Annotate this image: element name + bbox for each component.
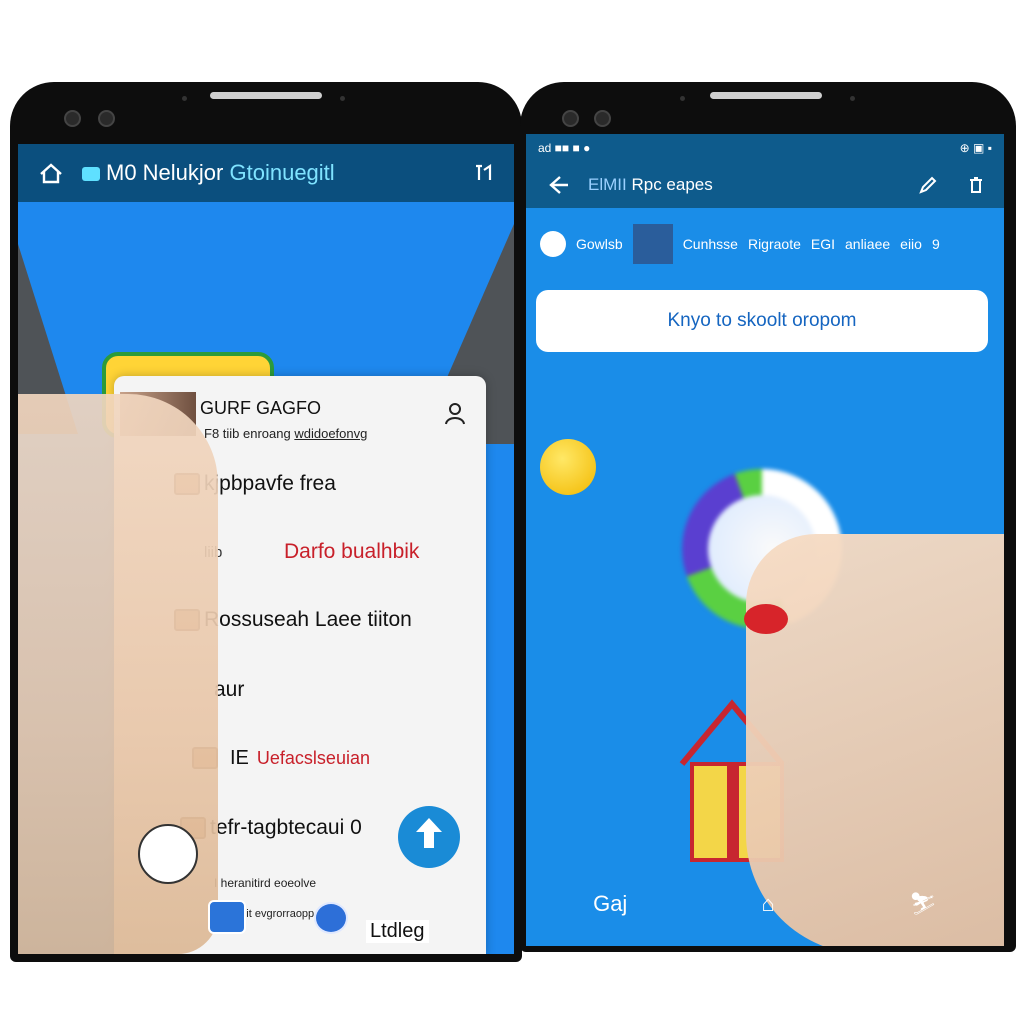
front-camera	[64, 110, 81, 127]
toolbar-row: Gowlsb Cunhsse Rigraote EGI anliaee eiio…	[526, 224, 1004, 264]
home-button-overlay[interactable]	[138, 824, 198, 884]
toolbar-avatar-icon[interactable]	[540, 231, 566, 257]
search-placeholder: Knyo to skoolt oropom	[667, 310, 857, 331]
nav-item-home[interactable]: ⌂	[762, 891, 775, 917]
app-title-accent: Gtoinuegitl	[229, 160, 335, 185]
app-title: ElMII Rpc eapes	[588, 175, 713, 194]
arrow-up-icon	[414, 816, 444, 858]
nav-card-icon[interactable]	[208, 900, 246, 934]
menu-item-prefix: IE	[230, 746, 249, 769]
app-logo-icon	[82, 167, 100, 182]
sensor-dot	[340, 96, 345, 101]
menu-item-label: Rossuseah Laee tiiton	[204, 608, 412, 631]
toolbar-grid-icon[interactable]	[632, 224, 673, 264]
search-input[interactable]: Knyo to skoolt oropom	[536, 290, 988, 352]
sensor-dot	[850, 96, 855, 101]
nav-item-activity[interactable]: ⛷	[909, 891, 937, 917]
right-phone-frame: ad ■■ ■ ● ⊕ ▣ ▪ ElMII Rpc eapes Gowlsb C…	[520, 82, 1016, 952]
speaker-grille	[210, 92, 322, 99]
speaker-grille	[710, 92, 822, 99]
scroll-up-button[interactable]	[398, 806, 460, 868]
app-title-accent: ElMII	[588, 175, 627, 194]
front-sensor	[594, 110, 611, 127]
toolbar-item[interactable]: 9	[932, 236, 940, 252]
edit-icon[interactable]	[918, 175, 938, 195]
status-right: ⊕ ▣ ▪	[959, 141, 992, 155]
status-left: ad ■■ ■ ●	[538, 141, 591, 155]
right-app-bar: ElMII Rpc eapes	[526, 162, 1004, 208]
person-icon[interactable]	[442, 400, 468, 426]
toolbar-item[interactable]: Rigraote	[748, 236, 801, 252]
nav-globe-icon[interactable]	[314, 902, 348, 934]
toolbar-item[interactable]: eiio	[900, 236, 922, 252]
nav-item-1[interactable]: Gaj	[593, 891, 627, 917]
toolbar-item[interactable]: Gowlsb	[576, 236, 623, 252]
sensor-dot	[680, 96, 685, 101]
share-icon[interactable]	[472, 162, 494, 184]
menu-item-label: Uefacslseuian	[256, 747, 370, 768]
menu-item-label: aur	[214, 678, 245, 701]
app-title: M0 Nelukjor Gtoinuegitl	[82, 160, 472, 186]
status-bar: ad ■■ ■ ● ⊕ ▣ ▪	[526, 134, 1004, 162]
toolbar-item[interactable]: Cunhsse	[683, 236, 738, 252]
left-phone-frame: M0 Nelukjor Gtoinuegitl DONINR GURF GAGF…	[10, 82, 522, 962]
menu-item-label: kjpbpavfe frea	[204, 472, 336, 495]
sensor-dot	[182, 96, 187, 101]
toolbar-item[interactable]: anliaee	[845, 236, 890, 252]
front-camera	[562, 110, 579, 127]
back-icon[interactable]	[546, 174, 570, 196]
bottom-nav: Gaj ⌂ ⛷	[526, 874, 1004, 934]
home-icon[interactable]	[38, 162, 64, 184]
left-screen: M0 Nelukjor Gtoinuegitl DONINR GURF GAGF…	[18, 144, 514, 954]
footer-line-1: I heranitird eoeolve	[214, 876, 317, 890]
menu-header-subtitle: F8 tiib enroang wdidoefonvg	[204, 426, 368, 441]
menu-item-label: Darfo bualhbik	[284, 540, 420, 563]
ball-sticker[interactable]	[540, 439, 596, 495]
menu-item-label: tefr-tagbtecaui 0	[210, 816, 362, 839]
bottom-label[interactable]: Ltdleg	[366, 920, 429, 943]
trash-icon[interactable]	[968, 176, 984, 194]
fingernail	[744, 604, 788, 634]
toolbar-item[interactable]: EGI	[811, 236, 835, 252]
left-app-bar: M0 Nelukjor Gtoinuegitl	[18, 144, 514, 202]
menu-header-link[interactable]: wdidoefonvg	[294, 426, 367, 441]
menu-header-title: GURF GAGFO	[200, 398, 321, 418]
right-screen: ad ■■ ■ ● ⊕ ▣ ▪ ElMII Rpc eapes Gowlsb C…	[526, 134, 1004, 946]
front-sensor	[98, 110, 115, 127]
